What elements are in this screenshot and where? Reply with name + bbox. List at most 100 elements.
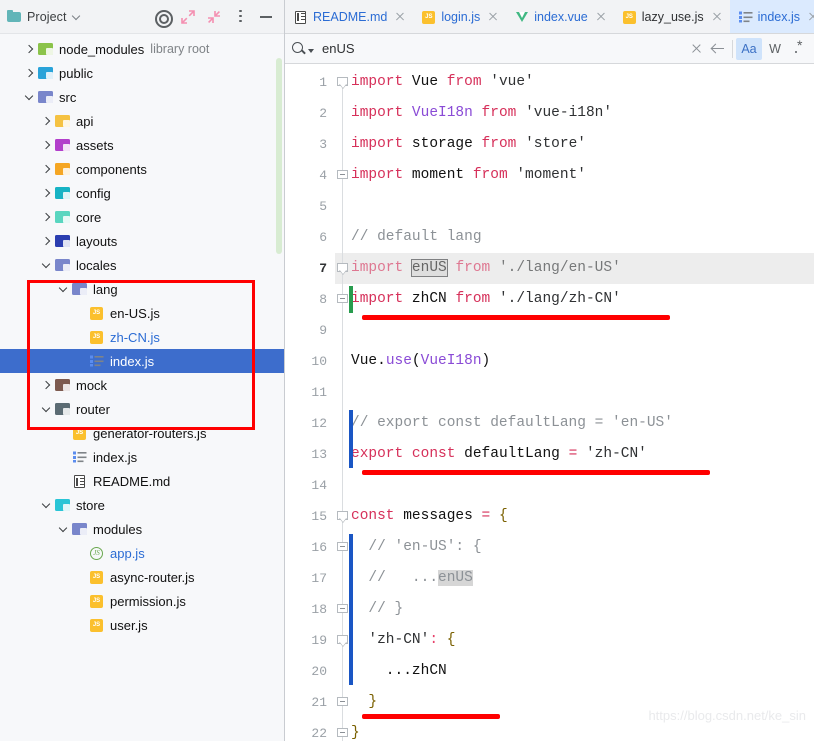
fold-toggle-icon[interactable] — [337, 170, 348, 181]
editor-tab-index-vue[interactable]: index.vue — [506, 0, 614, 33]
tree-item-user-js[interactable]: JS user.js — [0, 613, 284, 637]
chevron-down-icon[interactable] — [23, 91, 36, 104]
fold-toggle-icon[interactable] — [337, 511, 348, 522]
chevron-down-icon[interactable] — [57, 283, 70, 296]
find-in-file-bar: Aa W — [285, 34, 814, 64]
tree-item-lang[interactable]: lang — [0, 277, 284, 301]
code-line[interactable]: // ...enUS — [351, 563, 473, 594]
code-line[interactable]: import enUS from './lang/en-US' — [351, 253, 621, 284]
code-line[interactable]: import storage from 'store' — [351, 129, 586, 160]
tree-item-en-us-js[interactable]: JS en-US.js — [0, 301, 284, 325]
tree-item-layouts[interactable]: layouts — [0, 229, 284, 253]
tree-item-index-js[interactable]: index.js — [0, 445, 284, 469]
editor-tab-readme-md[interactable]: README.md — [285, 0, 413, 33]
tree-item-permission-js[interactable]: JS permission.js — [0, 589, 284, 613]
project-tree-scroll-area[interactable]: node_modules library root public src api asse… — [0, 34, 284, 741]
chevron-down-icon[interactable] — [40, 499, 53, 512]
editor-tab-lazy-use-js[interactable]: JS lazy_use.js — [614, 0, 730, 33]
locate-target-icon[interactable] — [150, 5, 174, 29]
tree-item-router[interactable]: router — [0, 397, 284, 421]
code-line[interactable]: import VueI18n from 'vue-i18n' — [351, 98, 612, 129]
project-tree-scrollbar[interactable] — [276, 58, 282, 254]
close-icon[interactable] — [710, 10, 724, 24]
tree-item-locales[interactable]: locales — [0, 253, 284, 277]
tree-item-src[interactable]: src — [0, 85, 284, 109]
tree-item-api[interactable]: api — [0, 109, 284, 133]
code-line[interactable]: // 'en-US': { — [351, 532, 481, 563]
tree-item-mock[interactable]: mock — [0, 373, 284, 397]
code-line[interactable]: import zhCN from './lang/zh-CN' — [351, 284, 621, 315]
chevron-right-icon[interactable] — [40, 187, 53, 200]
fold-toggle-icon[interactable] — [337, 635, 348, 646]
chevron-down-icon[interactable] — [57, 523, 70, 536]
close-icon[interactable] — [594, 10, 608, 24]
tree-item-generator-routers-js[interactable]: JS generator-routers.js — [0, 421, 284, 445]
search-clear-icon[interactable] — [685, 38, 707, 60]
chevron-right-icon[interactable] — [23, 67, 36, 80]
tree-item-zh-cn-js[interactable]: JS zh-CN.js — [0, 325, 284, 349]
tree-item-public[interactable]: public — [0, 61, 284, 85]
code-line[interactable]: export const defaultLang = 'zh-CN' — [351, 439, 647, 470]
code-line[interactable]: const messages = { — [351, 501, 508, 532]
code-line[interactable]: import moment from 'moment' — [351, 160, 586, 191]
tree-item-config[interactable]: config — [0, 181, 284, 205]
js-file-icon: JS — [90, 331, 103, 344]
close-icon[interactable] — [393, 10, 407, 24]
tree-item-app-js[interactable]: JS app.js — [0, 541, 284, 565]
chevron-right-icon[interactable] — [40, 115, 53, 128]
tree-item-components[interactable]: components — [0, 157, 284, 181]
search-history-caret-icon[interactable] — [308, 49, 314, 53]
code-line[interactable]: import Vue from 'vue' — [351, 67, 534, 98]
search-enter-icon[interactable] — [707, 38, 729, 60]
code-editor[interactable]: 1 2 3 4 5 6 7 8 9 10 11 12 13 14 15 16 17 18 19 20 21 22 impo… — [285, 64, 814, 741]
regex-toggle-icon[interactable] — [788, 37, 814, 60]
tree-item-core[interactable]: core — [0, 205, 284, 229]
vcs-added-marker[interactable] — [349, 286, 353, 313]
match-case-toggle[interactable]: Aa — [736, 37, 762, 60]
chevron-right-icon[interactable] — [23, 43, 36, 56]
vcs-modified-marker[interactable] — [349, 410, 353, 468]
code-line[interactable]: // export const defaultLang = 'en-US' — [351, 408, 673, 439]
chevron-right-icon[interactable] — [40, 163, 53, 176]
expand-all-icon[interactable] — [176, 5, 200, 29]
search-input[interactable] — [322, 41, 685, 56]
fold-toggle-icon[interactable] — [337, 77, 348, 88]
tree-item-store[interactable]: store — [0, 493, 284, 517]
chevron-right-icon[interactable] — [40, 139, 53, 152]
tree-item-modules[interactable]: modules — [0, 517, 284, 541]
code-line[interactable]: // default lang — [351, 222, 482, 253]
collapse-all-icon[interactable] — [202, 5, 226, 29]
editor-tab-index-js[interactable]: index.js — [729, 0, 814, 33]
close-icon[interactable] — [806, 10, 814, 24]
minimize-icon[interactable] — [254, 5, 278, 29]
chevron-down-icon[interactable] — [40, 259, 53, 272]
code-line[interactable]: // } — [351, 594, 403, 625]
tree-item-index-js[interactable]: index.js — [0, 349, 284, 373]
chevron-right-icon[interactable] — [40, 211, 53, 224]
editor-tab-login-js[interactable]: JS login.js — [413, 0, 506, 33]
vcs-modified-marker-2[interactable] — [349, 534, 353, 685]
tree-item-readme-md[interactable]: README.md — [0, 469, 284, 493]
code-line[interactable]: 'zh-CN': { — [351, 625, 455, 656]
fold-toggle-icon[interactable] — [337, 263, 348, 274]
whole-words-toggle[interactable]: W — [762, 38, 788, 60]
chevron-down-icon[interactable] — [73, 12, 82, 21]
code-content[interactable]: import Vue from 'vue' import VueI18n from… — [351, 64, 814, 741]
kebab-menu-icon[interactable] — [228, 5, 252, 29]
close-icon[interactable] — [486, 10, 500, 24]
code-line[interactable]: Vue.use(VueI18n) — [351, 346, 490, 377]
tree-item-async-router-js[interactable]: JS async-router.js — [0, 565, 284, 589]
chevron-right-icon[interactable] — [40, 379, 53, 392]
index-list-file-icon — [738, 9, 754, 25]
fold-toggle-icon[interactable] — [337, 697, 348, 708]
chevron-down-icon[interactable] — [40, 403, 53, 416]
fold-toggle-icon[interactable] — [337, 542, 348, 553]
code-line[interactable]: ...zhCN — [351, 656, 447, 687]
fold-toggle-icon[interactable] — [337, 294, 348, 305]
fold-toggle-icon[interactable] — [337, 728, 348, 739]
tree-item-node-modules[interactable]: node_modules library root — [0, 37, 284, 61]
code-line[interactable]: } — [351, 718, 360, 741]
tree-item-assets[interactable]: assets — [0, 133, 284, 157]
fold-toggle-icon[interactable] — [337, 604, 348, 615]
chevron-right-icon[interactable] — [40, 235, 53, 248]
